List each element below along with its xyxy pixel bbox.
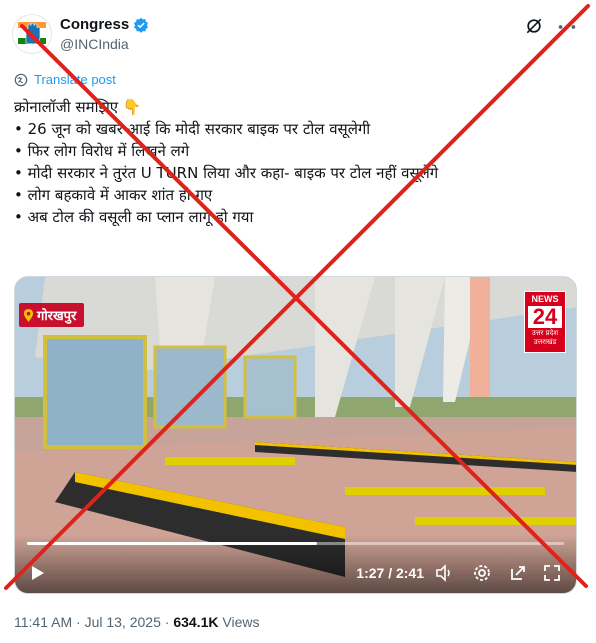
channel-logo-line3b: उत्तराखंड: [533, 338, 557, 346]
grok-icon[interactable]: [524, 16, 544, 36]
post-meta: 11:41 AM · Jul 13, 2025 · 634.1K Views: [14, 614, 259, 630]
location-pin-icon: [23, 308, 34, 322]
avatar[interactable]: [12, 14, 52, 54]
post-time[interactable]: 11:41 AM: [14, 614, 72, 630]
video-player[interactable]: गोरखपुर NEWS 24 उत्तर प्रदेश उत्तराखंड 1…: [14, 276, 577, 594]
post-body: क्रोनालॉजी समझिए 👇 • 26 जून को खबर आई कि…: [14, 96, 574, 228]
translate-label: Translate post: [34, 72, 116, 87]
post-line: • 26 जून को खबर आई कि मोदी सरकार बाइक पर…: [14, 120, 371, 138]
video-time: 1:27 / 2:41: [356, 565, 424, 581]
fullscreen-icon[interactable]: [542, 563, 562, 583]
channel-logo-line2: 24: [528, 306, 562, 328]
views-label: Views: [222, 614, 260, 630]
verified-badge-icon: [134, 17, 149, 33]
channel-logo: NEWS 24 उत्तर प्रदेश उत्तराखंड: [524, 291, 566, 353]
volume-icon[interactable]: [434, 563, 454, 583]
views-count: 634.1K: [173, 614, 219, 630]
video-controls: 1:27 / 2:41: [15, 535, 576, 593]
author-handle[interactable]: @INCIndia: [60, 36, 129, 52]
video-progress-fill: [27, 542, 317, 545]
post-line: • फिर लोग विरोध में लिखने लगे: [14, 142, 190, 160]
author-name[interactable]: Congress: [60, 16, 129, 33]
post-line: • अब टोल की वसूली का प्लान लागू हो गया: [14, 208, 254, 226]
popout-icon[interactable]: [508, 563, 528, 583]
congress-hand-icon: [18, 22, 46, 45]
translate-post-link[interactable]: Translate post: [14, 72, 116, 87]
translate-icon: [14, 73, 28, 86]
channel-logo-line3a: उत्तर प्रदेश: [531, 329, 559, 337]
post-date[interactable]: Jul 13, 2025: [85, 614, 161, 630]
post-line: क्रोनालॉजी समझिए 👇: [14, 98, 142, 116]
more-icon[interactable]: [556, 16, 578, 38]
video-progress-bar[interactable]: [27, 542, 564, 545]
play-icon[interactable]: [27, 563, 47, 583]
meta-separator: ·: [76, 614, 85, 630]
author-name-row: Congress: [60, 16, 149, 33]
post-line: • लोग बहकावे में आकर शांत हो गए: [14, 186, 213, 204]
post-line: • मोदी सरकार ने तुरंत U TURN लिया और कहा…: [14, 164, 439, 182]
post-header: Congress @INCIndia: [12, 12, 584, 62]
location-tag: गोरखपुर: [19, 303, 85, 327]
settings-icon[interactable]: [472, 563, 492, 583]
location-tag-text: गोरखपुर: [37, 309, 77, 324]
